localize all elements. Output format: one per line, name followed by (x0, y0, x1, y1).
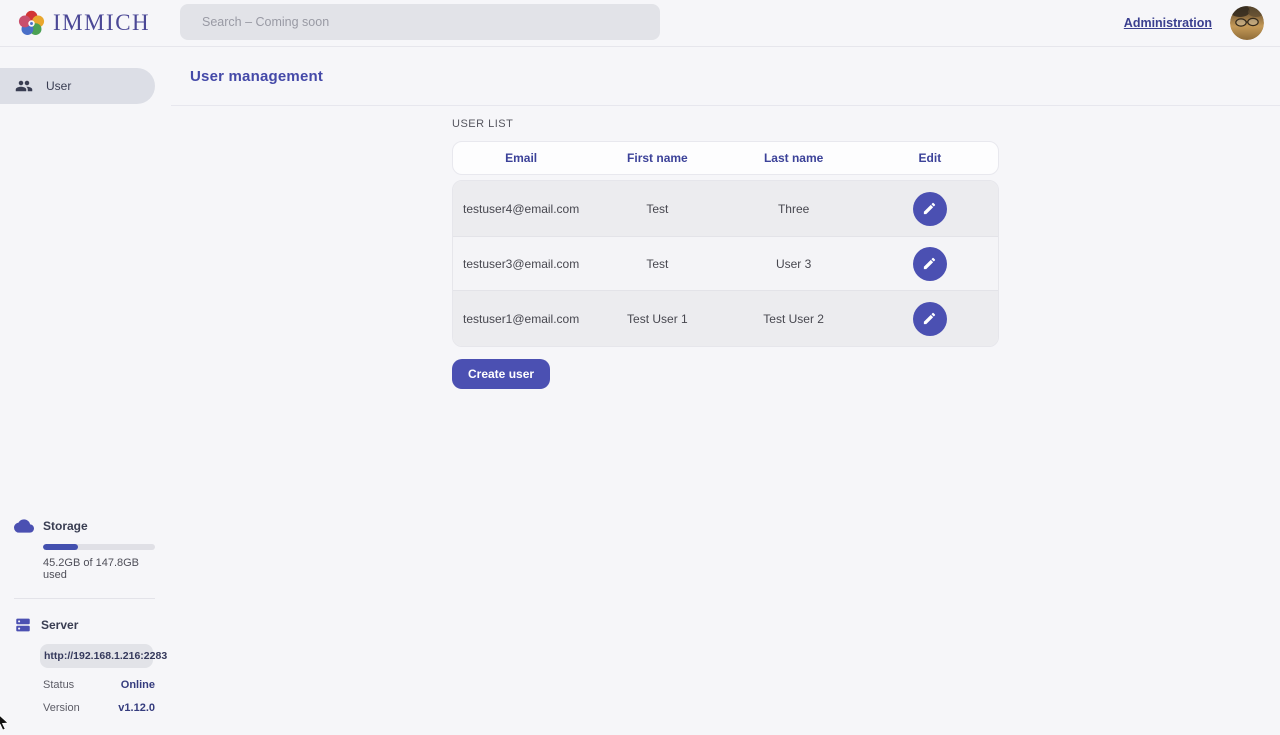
immich-flower-icon (18, 10, 45, 37)
admin-sidebar: User Storage 45.2GB of 147.8GB used (0, 47, 171, 730)
table-row: testuser4@email.com Test Three (453, 181, 998, 236)
section-title: USER LIST (452, 118, 999, 130)
sidebar-divider (14, 598, 155, 599)
cloud-icon (14, 516, 34, 536)
main-panel: User management USER LIST Email First na… (171, 47, 1280, 730)
cell-first-name: Test (646, 257, 668, 271)
cell-first-name: Test User 1 (627, 312, 688, 326)
top-navbar: IMMICH Administration (0, 0, 1280, 47)
storage-section: Storage 45.2GB of 147.8GB used (14, 516, 155, 581)
user-avatar[interactable] (1230, 6, 1264, 40)
cell-last-name: Three (778, 202, 809, 216)
col-header-first-name: First name (627, 151, 688, 165)
server-version-label: Version (43, 702, 80, 714)
edit-user-button[interactable] (913, 302, 947, 336)
server-status-label: Status (43, 679, 74, 691)
page-content: USER LIST Email First name Last name Edi… (171, 106, 1280, 389)
table-row: testuser1@email.com Test User 1 Test Use… (453, 291, 998, 346)
pencil-icon (922, 311, 937, 326)
navbar-right: Administration (1124, 6, 1264, 40)
user-table-header: Email First name Last name Edit (452, 141, 999, 175)
cell-email: testuser3@email.com (463, 257, 579, 271)
storage-title: Storage (43, 519, 88, 533)
administration-link[interactable]: Administration (1124, 16, 1212, 30)
table-row: testuser3@email.com Test User 3 (453, 236, 998, 291)
server-section: Server http://192.168.1.216:2283 Status … (14, 616, 155, 714)
sidebar-item-user-label: User (46, 79, 71, 93)
logo-text: IMMICH (53, 10, 150, 36)
server-url-chip: http://192.168.1.216:2283 (40, 644, 153, 668)
storage-progress-bar (43, 544, 155, 550)
storage-progress-fill (43, 544, 78, 550)
cell-email: testuser4@email.com (463, 202, 579, 216)
sidebar-item-user[interactable]: User (0, 68, 155, 104)
edit-user-button[interactable] (913, 247, 947, 281)
pencil-icon (922, 256, 937, 271)
user-table-body: testuser4@email.com Test Three te (452, 180, 999, 347)
pencil-icon (922, 201, 937, 216)
page-title-bar: User management (171, 47, 1280, 106)
page-title: User management (190, 68, 323, 85)
cell-last-name: Test User 2 (763, 312, 824, 326)
server-status-value: Online (121, 679, 155, 691)
sidebar-footer: Storage 45.2GB of 147.8GB used (0, 516, 171, 730)
create-user-button[interactable]: Create user (452, 359, 550, 389)
users-icon (15, 77, 33, 95)
edit-user-button[interactable] (913, 192, 947, 226)
home-logo-link[interactable]: IMMICH (18, 10, 150, 37)
col-header-email: Email (505, 151, 537, 165)
search-input[interactable] (180, 4, 660, 40)
col-header-last-name: Last name (764, 151, 823, 165)
cell-last-name: User 3 (776, 257, 811, 271)
col-header-edit: Edit (919, 151, 942, 165)
server-version-value: v1.12.0 (118, 702, 155, 714)
cell-email: testuser1@email.com (463, 312, 579, 326)
server-title: Server (41, 618, 78, 632)
storage-usage-text: 45.2GB of 147.8GB used (43, 557, 155, 581)
server-icon (14, 616, 32, 634)
cell-first-name: Test (646, 202, 668, 216)
